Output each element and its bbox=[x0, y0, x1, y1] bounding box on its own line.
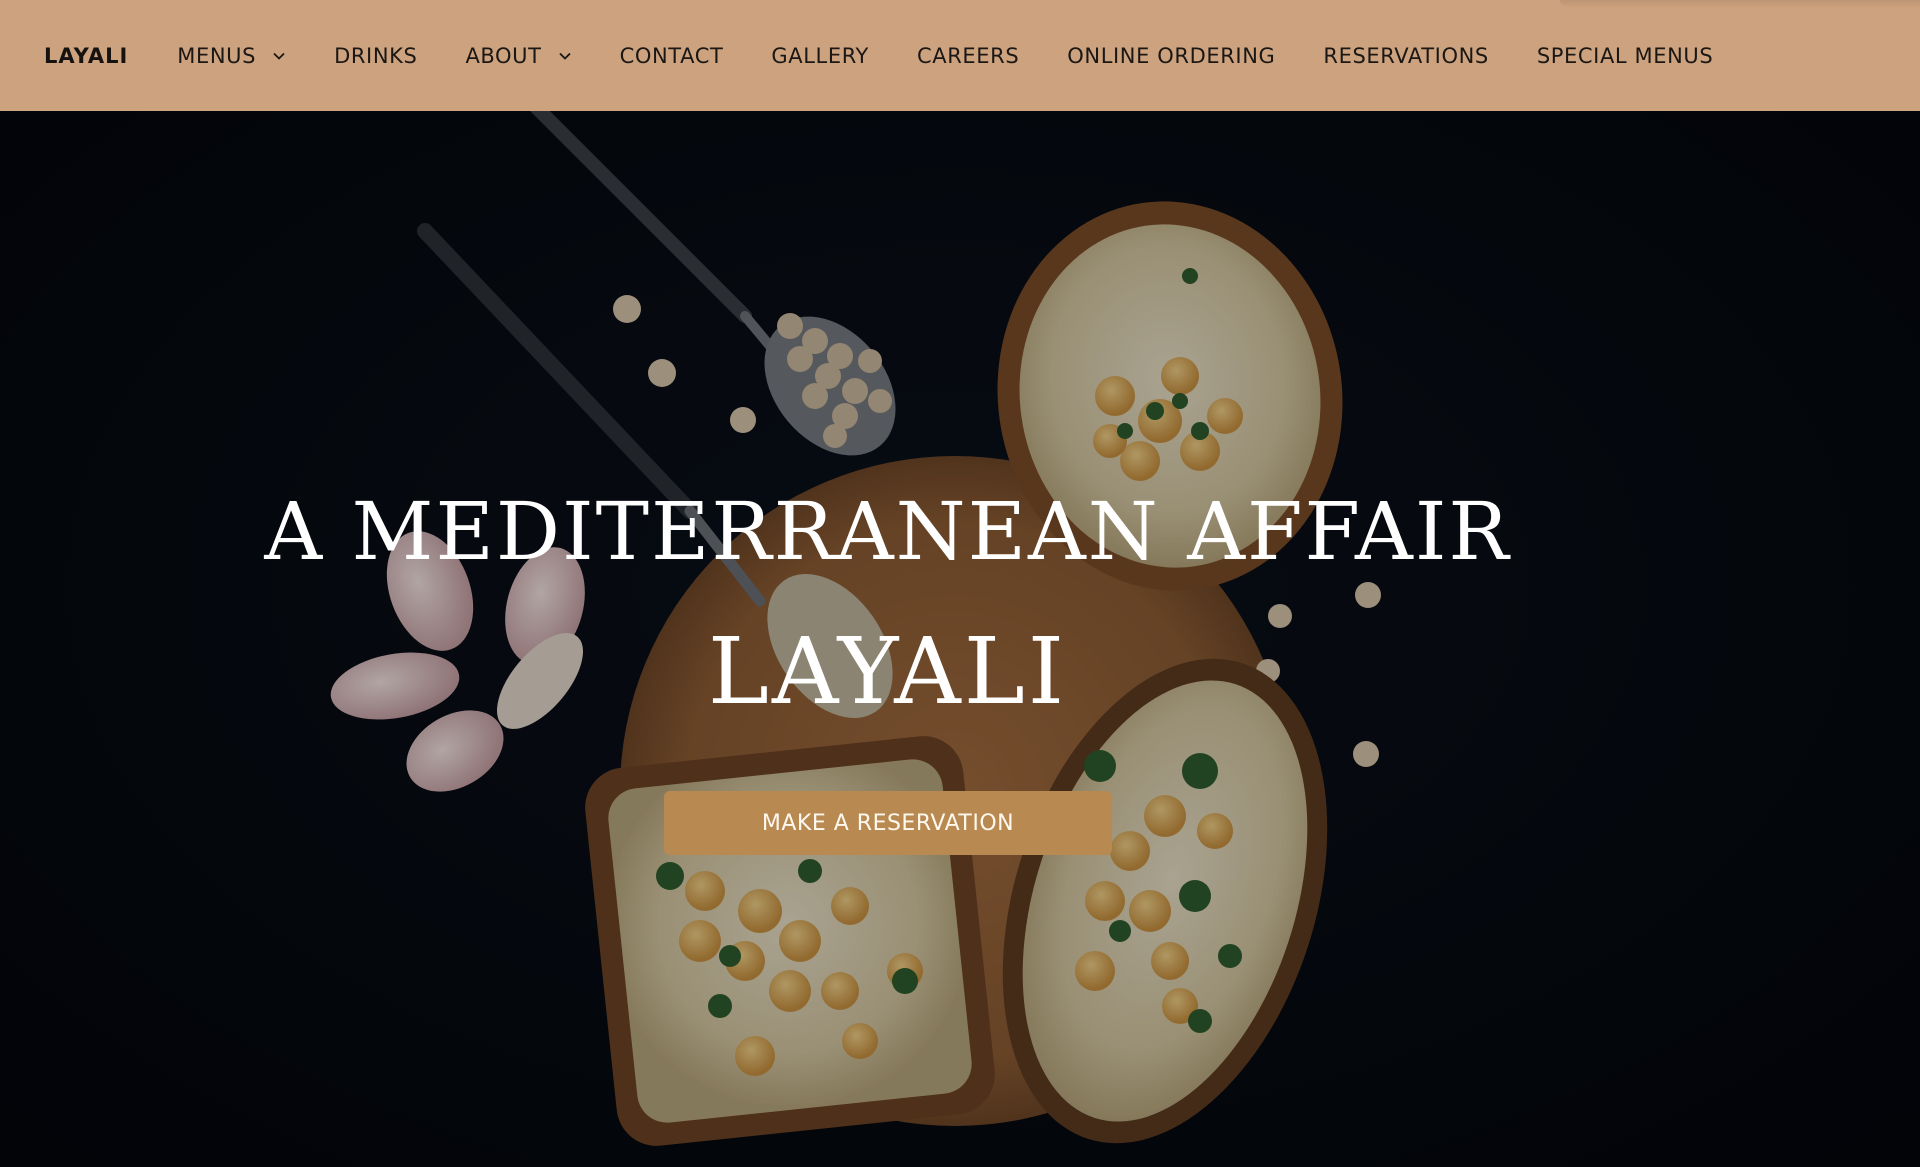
chevron-down-icon bbox=[558, 52, 571, 60]
nav-item-label: ONLINE ORDERING bbox=[1067, 43, 1276, 68]
hero-title: LAYALI bbox=[707, 618, 1068, 725]
nav-item-gallery[interactable]: GALLERY bbox=[771, 44, 869, 68]
hero-headline: A MEDITERRANEAN AFFAIR bbox=[264, 485, 1511, 578]
nav-item-label: RESERVATIONS bbox=[1323, 43, 1489, 68]
nav-item-label: CAREERS bbox=[916, 43, 1020, 68]
nav-item-online-ordering[interactable]: ONLINE ORDERING bbox=[1067, 44, 1275, 68]
make-reservation-button[interactable]: MAKE A RESERVATION bbox=[664, 791, 1112, 855]
nav-item-label: SPECIAL MENUS bbox=[1536, 43, 1714, 68]
hero-section: A MEDITERRANEAN AFFAIR LAYALI MAKE A RES… bbox=[0, 111, 1920, 1167]
brand-logo-link[interactable]: LAYALI bbox=[44, 44, 128, 68]
nav-item-special-menus[interactable]: SPECIAL MENUS bbox=[1537, 44, 1713, 68]
nav-item-label: GALLERY bbox=[771, 43, 869, 68]
nav-item-careers[interactable]: CAREERS bbox=[917, 44, 1019, 68]
nav-item-label: CONTACT bbox=[619, 43, 724, 68]
nav-item-label: MENUS bbox=[177, 43, 257, 68]
nav-item-about[interactable]: ABOUT bbox=[465, 44, 571, 68]
nav-item-menus[interactable]: MENUS bbox=[177, 44, 286, 68]
nav-item-contact[interactable]: CONTACT bbox=[620, 44, 724, 68]
nav-item-label: ABOUT bbox=[465, 43, 542, 68]
nav-item-label: DRINKS bbox=[334, 43, 418, 68]
chevron-down-icon bbox=[273, 52, 285, 60]
nav-item-reservations[interactable]: RESERVATIONS bbox=[1323, 44, 1488, 68]
top-navigation: LAYALI MENUS DRINKS ABOUT CONTACT GALLER… bbox=[0, 0, 1920, 111]
nav-item-drinks[interactable]: DRINKS bbox=[334, 44, 417, 68]
nav-shadow bbox=[1560, 0, 1920, 8]
